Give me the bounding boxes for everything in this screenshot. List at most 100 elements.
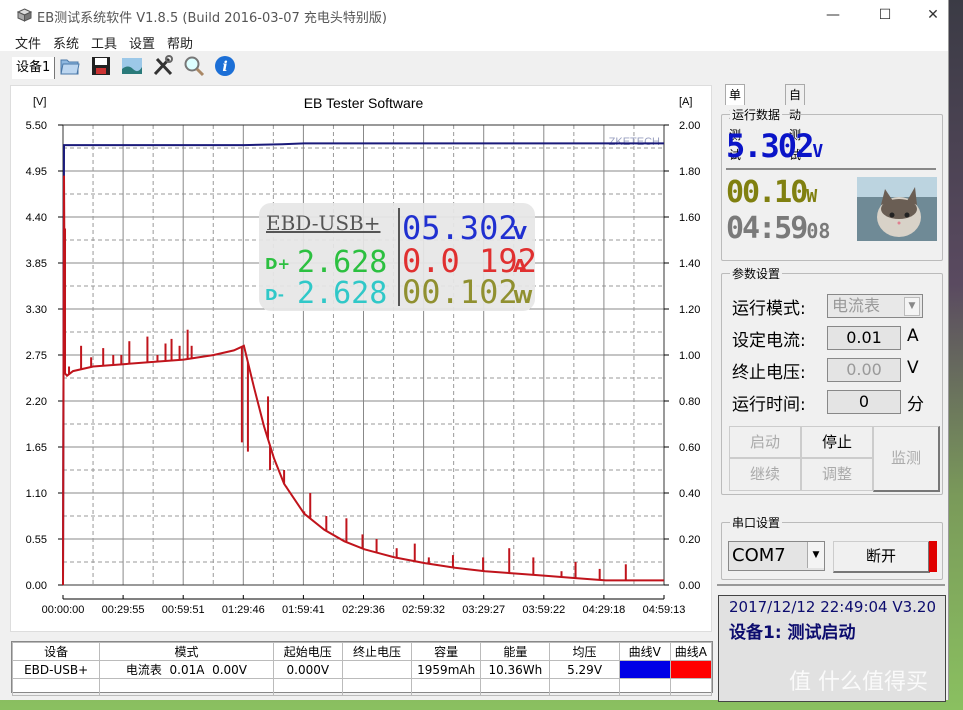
tools-icon[interactable] bbox=[152, 55, 174, 77]
params-group: 参数设置 运行模式: 电流表 ▼ 设定电流: 0.01 A 终止电压: 0.00… bbox=[721, 265, 943, 495]
tab-single-test[interactable]: 单次测试 bbox=[725, 84, 746, 162]
overlay-dplus-label: D+ bbox=[265, 255, 290, 273]
com-port-value: COM7 bbox=[732, 545, 786, 566]
image-icon[interactable] bbox=[121, 55, 143, 77]
cutoff-voltage-label: 终止电压: bbox=[732, 363, 806, 383]
x-tick: 02:29:36 bbox=[342, 604, 385, 616]
cell-device: EBD-USB+ bbox=[11, 660, 101, 679]
elapsed-seconds: 08 bbox=[806, 219, 831, 243]
cutoff-voltage-input[interactable]: 0.00 bbox=[827, 358, 901, 382]
window-title: EB测试系统软件 V1.8.5 (Build 2016-03-07 充电头特别版… bbox=[37, 11, 387, 26]
mode-label: 运行模式: bbox=[732, 299, 806, 319]
x-tick: 02:59:32 bbox=[402, 604, 445, 616]
info-icon[interactable]: i bbox=[214, 55, 236, 77]
cutoff-voltage-unit: V bbox=[907, 358, 919, 378]
stop-button[interactable]: 停止 bbox=[801, 426, 873, 458]
maximize-button[interactable]: ☐ bbox=[862, 0, 908, 31]
log-line-message: 设备1: 测试启动 bbox=[729, 623, 856, 643]
col-header-start-voltage: 起始电压 bbox=[272, 642, 343, 661]
zketech-watermark: ZKETECH bbox=[609, 136, 660, 148]
y-tick-left: 2.75 bbox=[26, 350, 47, 362]
col-header-energy: 能量 bbox=[480, 642, 551, 661]
cell-start-voltage: 0.000V bbox=[272, 660, 343, 679]
run-data-group: 运行数据 5.302V 0.0 19A 00.10W 04:5908 bbox=[721, 106, 943, 261]
folder-open-icon[interactable] bbox=[59, 55, 81, 77]
adjust-button[interactable]: 调整 bbox=[801, 458, 873, 491]
y-tick-right: 1.60 bbox=[679, 212, 700, 224]
chevron-down-icon: ▼ bbox=[904, 297, 920, 316]
site-watermark: 值 什么值得买 bbox=[789, 670, 928, 695]
chevron-down-icon: ▼ bbox=[807, 542, 824, 568]
voltage-readout: 5.302 bbox=[726, 127, 814, 165]
x-tick: 01:29:46 bbox=[222, 604, 265, 616]
title-bar: EB测试系统软件 V1.8.5 (Build 2016-03-07 充电头特别版… bbox=[0, 0, 948, 31]
menu-bar: 文件 系统 工具 设置 帮助 bbox=[0, 31, 948, 52]
minimize-button[interactable]: — bbox=[810, 0, 856, 31]
run-time-input[interactable]: 0 bbox=[827, 390, 901, 414]
cell-capacity: 1959mAh bbox=[411, 660, 482, 679]
y-tick-left: 0.55 bbox=[26, 534, 47, 546]
y-axis-right-label: [A] bbox=[679, 96, 692, 108]
resume-button[interactable]: 继续 bbox=[729, 458, 801, 491]
menu-system[interactable]: 系统 bbox=[53, 33, 79, 52]
maximize-icon: ☐ bbox=[878, 7, 892, 23]
y-tick-right: 0.80 bbox=[679, 396, 700, 408]
overlay-dminus-label: D- bbox=[265, 286, 284, 304]
serial-group: 串口设置 COM7 ▼ 断开 bbox=[721, 514, 943, 580]
y-tick-left: 3.30 bbox=[26, 304, 47, 316]
y-tick-right: 1.20 bbox=[679, 304, 700, 316]
overlay-power-unit: W bbox=[513, 287, 533, 308]
menu-file[interactable]: 文件 bbox=[15, 33, 41, 52]
overlay-device-name: EBD-USB+ bbox=[266, 211, 380, 235]
set-current-input[interactable]: 0.01 bbox=[827, 326, 901, 350]
meter-overlay: EBD-USB+D+ 2.628D- 2.62805.302V0.0 192A00.… bbox=[259, 203, 537, 311]
app-cube-icon bbox=[17, 8, 32, 22]
power-readout: 00.10 bbox=[726, 175, 808, 210]
disconnect-button[interactable]: 断开 bbox=[833, 541, 930, 573]
chart-svg: EB Tester Software [V] [A] 5.50 4.95 4.40 3.85… bbox=[26, 95, 701, 616]
power-unit: W bbox=[806, 186, 818, 207]
log-box[interactable]: 2017/12/12 22:49:04 V3.20 设备1: 测试启动 值 什么… bbox=[718, 595, 946, 702]
y-axis-left-label: [V] bbox=[33, 96, 46, 108]
y-tick-right: 1.00 bbox=[679, 350, 700, 362]
voltage-unit: V bbox=[812, 141, 824, 162]
overlay-dminus-value: 2.628 bbox=[297, 276, 387, 311]
y-tick-left: 1.10 bbox=[26, 488, 47, 500]
menu-tools[interactable]: 工具 bbox=[91, 33, 117, 52]
log-line-timestamp: 2017/12/12 22:49:04 V3.20 bbox=[729, 598, 937, 616]
curve-v-color-swatch[interactable] bbox=[618, 660, 671, 679]
tab-auto-test[interactable]: 自动测试 bbox=[785, 84, 806, 162]
menu-settings[interactable]: 设置 bbox=[129, 33, 155, 52]
y-tick-right: 2.00 bbox=[679, 120, 700, 132]
y-tick-left: 3.85 bbox=[26, 258, 47, 270]
overlay-dplus-value: 2.628 bbox=[297, 245, 387, 280]
y-tick-right: 1.40 bbox=[679, 258, 700, 270]
x-tick: 03:29:27 bbox=[462, 604, 505, 616]
mode-select[interactable]: 电流表 ▼ bbox=[827, 294, 923, 318]
chart-pane: EB Tester Software [V] [A] 5.50 4.95 4.40 3.85… bbox=[10, 85, 712, 632]
cat-photo bbox=[857, 177, 937, 241]
overlay-power: 00.102 bbox=[402, 273, 518, 311]
y-tick-left: 5.50 bbox=[26, 120, 47, 132]
app-window: EB测试系统软件 V1.8.5 (Build 2016-03-07 充电头特别版… bbox=[0, 0, 949, 702]
monitor-button[interactable]: 监测 bbox=[873, 426, 940, 492]
col-header-curve-v: 曲线V bbox=[618, 642, 671, 661]
close-button[interactable]: ✕ bbox=[910, 0, 956, 31]
table-header-row: 设备 模式 起始电压 终止电压 容量 能量 均压 曲线V 曲线A bbox=[11, 642, 713, 661]
y-tick-right: 0.20 bbox=[679, 534, 700, 546]
run-time-label: 运行时间: bbox=[732, 395, 806, 415]
start-button[interactable]: 启动 bbox=[729, 426, 801, 458]
com-port-select[interactable]: COM7 ▼ bbox=[728, 541, 825, 571]
curve-a-color-swatch[interactable] bbox=[669, 660, 713, 679]
x-tick: 04:29:18 bbox=[582, 604, 625, 616]
save-icon[interactable] bbox=[90, 55, 112, 77]
col-header-avg-voltage: 均压 bbox=[549, 642, 620, 661]
table-row-empty bbox=[11, 678, 713, 696]
y-tick-right: 0.40 bbox=[679, 488, 700, 500]
cell-energy: 10.36Wh bbox=[480, 660, 551, 679]
search-icon[interactable] bbox=[183, 55, 205, 77]
cell-avg-voltage: 5.29V bbox=[549, 660, 620, 679]
device-tab[interactable]: 设备1 bbox=[12, 57, 56, 79]
menu-help[interactable]: 帮助 bbox=[167, 33, 193, 52]
table-row[interactable]: EBD-USB+ 电流表 0.01A 0.00V 0.000V 1959mAh … bbox=[11, 660, 713, 679]
